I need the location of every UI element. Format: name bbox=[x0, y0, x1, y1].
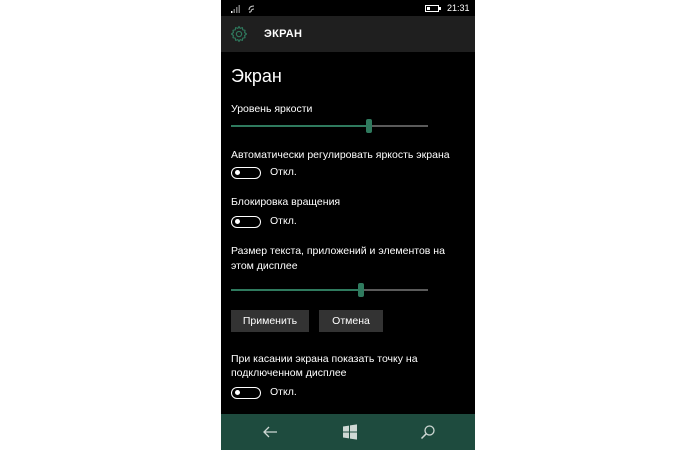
toggle-knob bbox=[235, 390, 240, 395]
wifi-icon bbox=[248, 5, 255, 13]
auto-brightness-toggle[interactable] bbox=[231, 167, 261, 179]
navigation-bar bbox=[221, 414, 475, 450]
touch-point-state: Откл. bbox=[270, 386, 297, 398]
slider-thumb[interactable] bbox=[366, 119, 372, 133]
auto-brightness-state: Откл. bbox=[270, 166, 297, 178]
text-size-slider[interactable] bbox=[231, 283, 428, 297]
text-size-label-line2: этом дисплее bbox=[231, 260, 298, 272]
rotation-lock-label: Блокировка вращения bbox=[231, 196, 341, 208]
rotation-lock-toggle[interactable] bbox=[231, 216, 261, 228]
slider-fill bbox=[231, 125, 369, 127]
text-size-label-line1: Размер текста, приложений и элементов на bbox=[231, 245, 445, 257]
page-title: ЭКРАН bbox=[264, 28, 303, 40]
back-icon[interactable] bbox=[261, 423, 279, 441]
clock: 21:31 bbox=[447, 3, 470, 13]
brightness-label: Уровень яркости bbox=[231, 103, 313, 115]
gear-icon[interactable] bbox=[230, 25, 248, 43]
toggle-knob bbox=[235, 170, 240, 175]
auto-brightness-label: Автоматически регулировать яркость экран… bbox=[231, 149, 450, 161]
section-heading: Экран bbox=[231, 66, 282, 86]
settings-content: Экран Уровень яркости Автоматически регу… bbox=[221, 52, 475, 414]
apply-button[interactable]: Применить bbox=[231, 310, 309, 332]
title-bar: ЭКРАН bbox=[221, 16, 475, 52]
phone-screen: 21:31 ЭКРАН Экран Уровень яркости Автома… bbox=[221, 0, 475, 450]
slider-fill bbox=[231, 289, 361, 291]
rotation-lock-state: Откл. bbox=[270, 215, 297, 227]
windows-icon[interactable] bbox=[341, 423, 359, 441]
brightness-slider[interactable] bbox=[231, 119, 428, 133]
toggle-knob bbox=[235, 219, 240, 224]
battery-icon bbox=[425, 5, 441, 12]
touch-point-label-line2: подключенном дисплее bbox=[231, 367, 347, 379]
touch-point-label-line1: При касании экрана показать точку на bbox=[231, 353, 418, 365]
cancel-button[interactable]: Отмена bbox=[319, 310, 383, 332]
slider-thumb[interactable] bbox=[358, 283, 364, 297]
signal-icon bbox=[231, 5, 240, 13]
status-bar: 21:31 bbox=[221, 0, 475, 16]
search-icon[interactable] bbox=[419, 423, 437, 441]
touch-point-toggle[interactable] bbox=[231, 387, 261, 399]
